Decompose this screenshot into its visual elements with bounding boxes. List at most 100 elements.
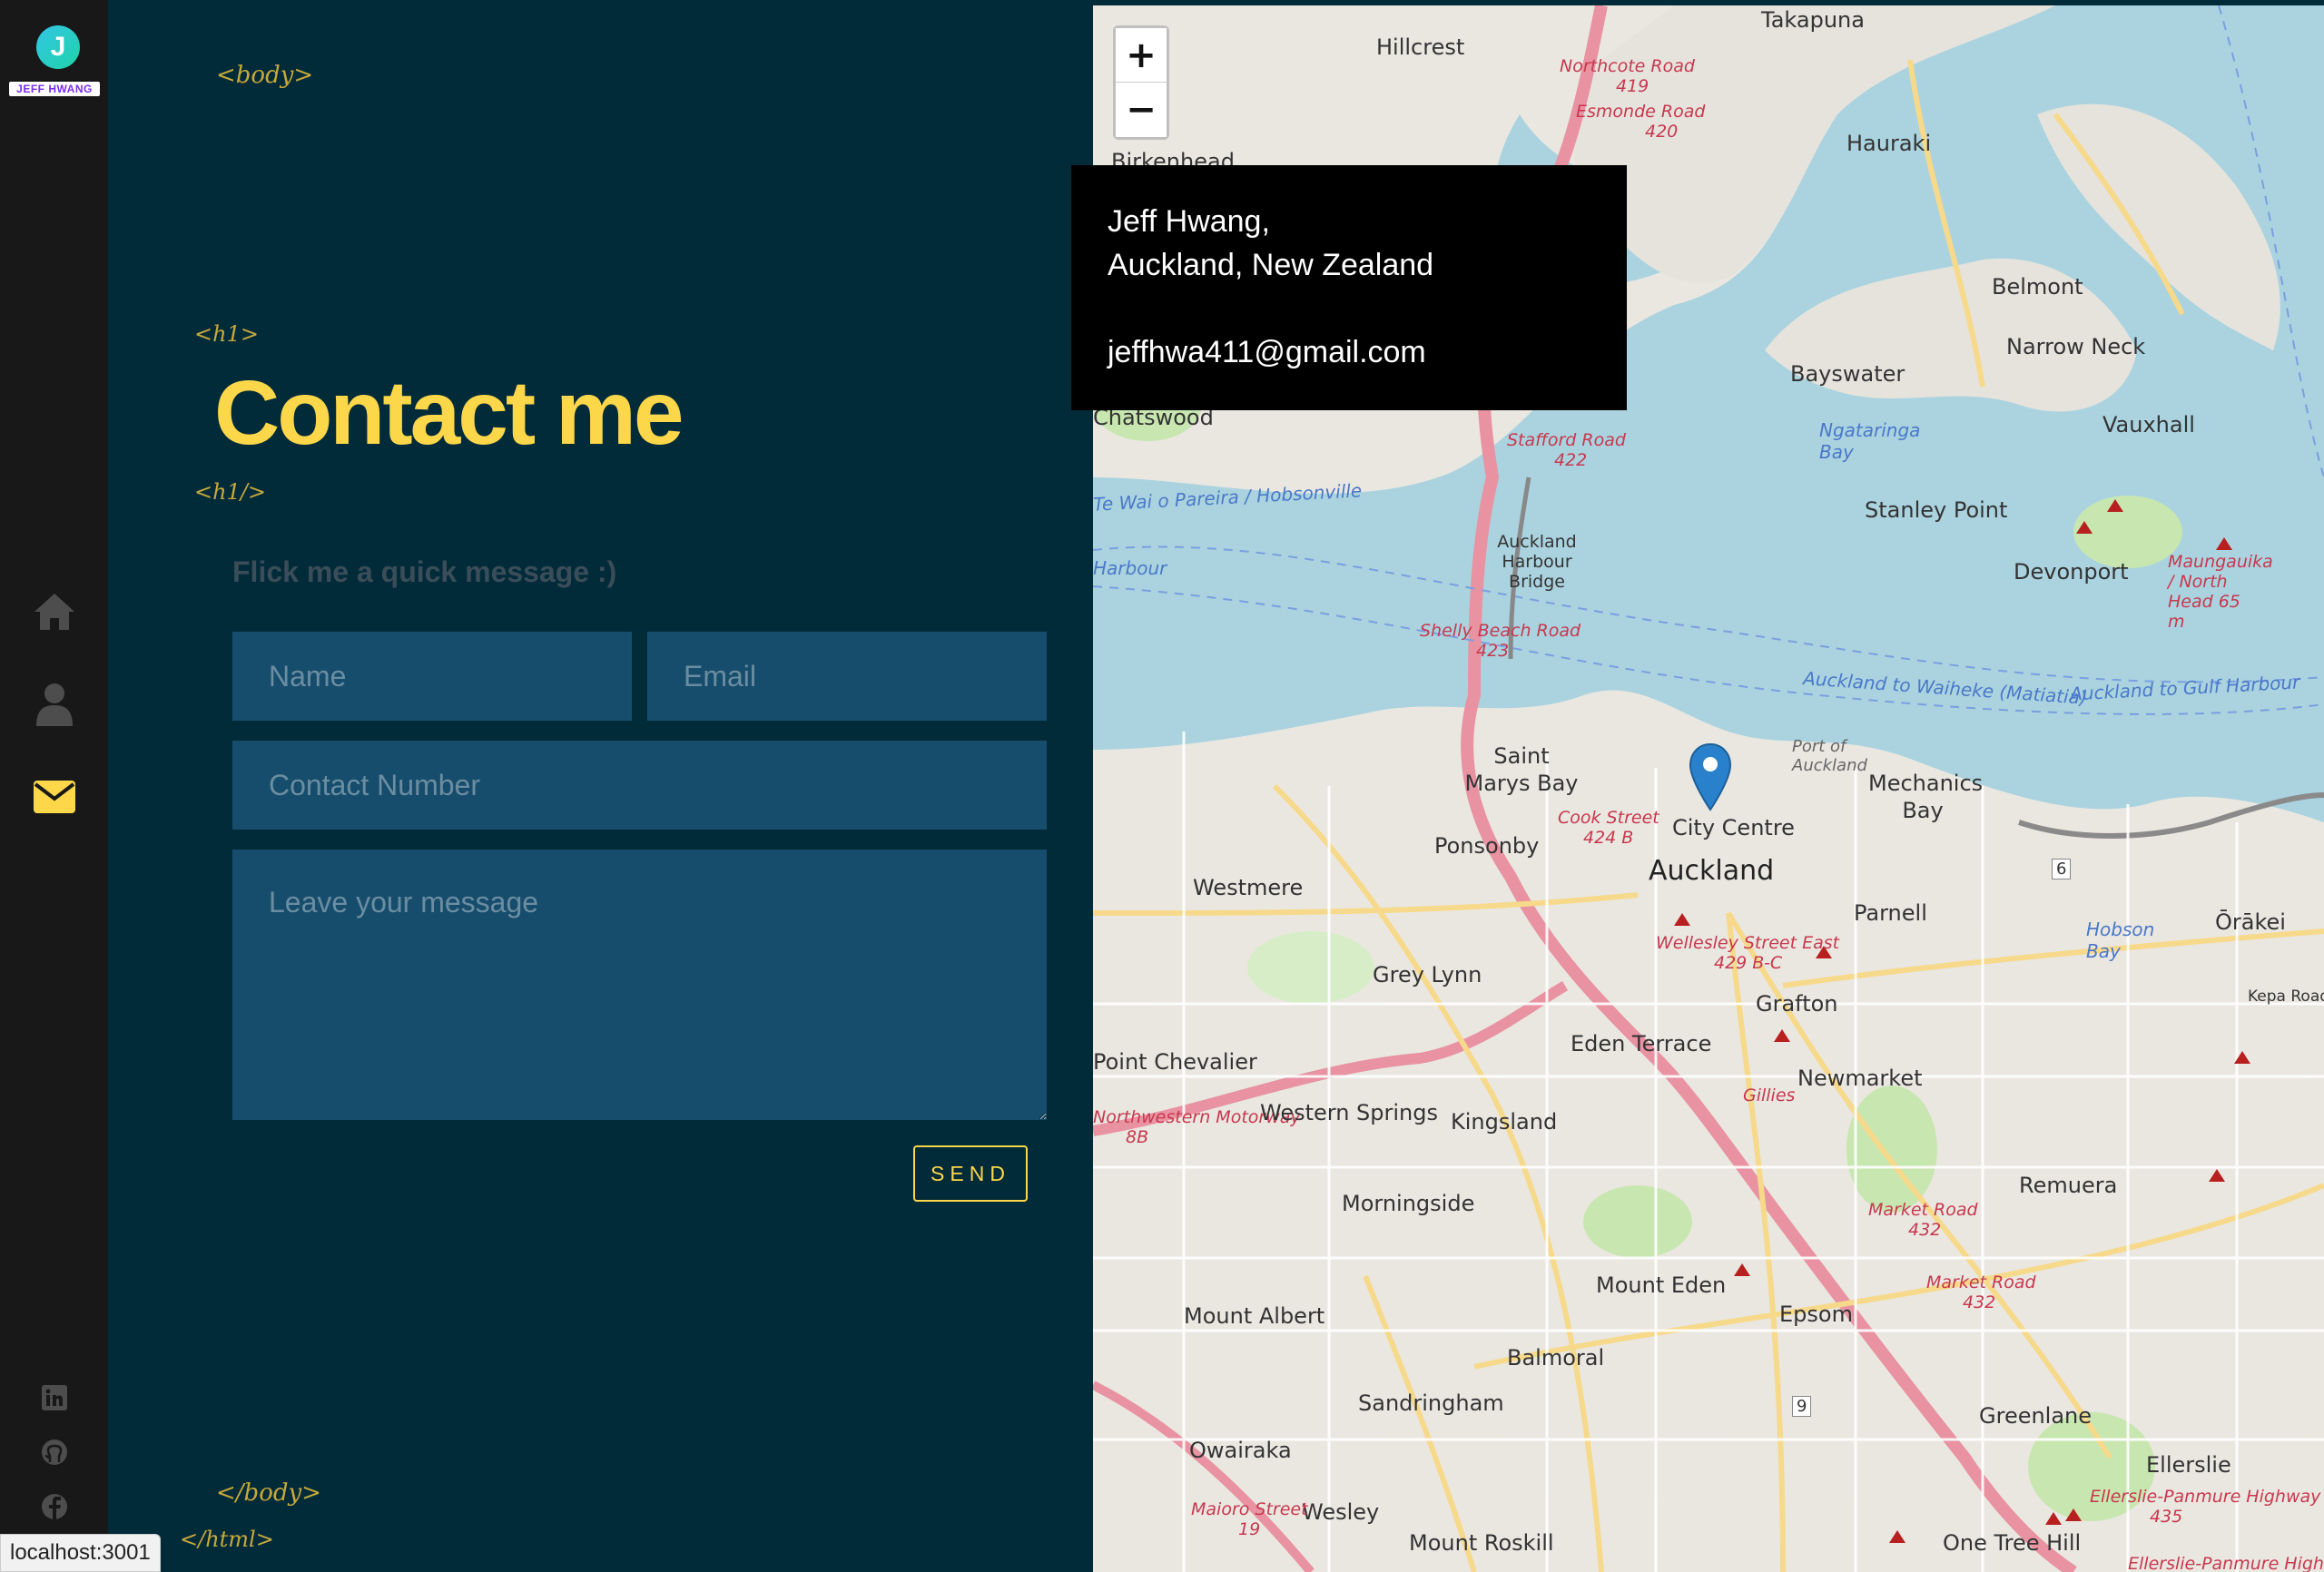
logo[interactable]: J JEFF HWANG — [7, 22, 102, 103]
route-shield: 6 — [2052, 859, 2072, 879]
map-label: Stanley Point — [1865, 497, 2008, 523]
zoom-out-button[interactable]: − — [1116, 83, 1167, 137]
contact-number-input[interactable] — [232, 741, 1047, 830]
html-close-tag: </html> — [180, 1527, 274, 1552]
map-label: Hillcrest — [1376, 34, 1465, 60]
status-url: localhost:3001 — [0, 1534, 161, 1572]
body-open-tag: <body> — [216, 62, 314, 89]
map-label: 8B — [1126, 1127, 1149, 1147]
location-marker-icon[interactable] — [1689, 742, 1732, 811]
map-label: 420 — [1645, 122, 1679, 142]
popup-email[interactable]: jeffhwa411@gmail.com — [1108, 330, 1590, 374]
map-label: Bayswater — [1790, 361, 1905, 387]
map-label: Parnell — [1854, 900, 1927, 926]
facebook-icon[interactable] — [38, 1490, 71, 1523]
page-title: Contact me — [214, 362, 684, 464]
h1-close-tag: <h1/> — [194, 479, 267, 505]
map-label: 19 — [1238, 1519, 1261, 1539]
name-input[interactable] — [232, 632, 632, 721]
map-label: Northcote Road — [1560, 56, 1695, 76]
map-label: Auckland Harbour Bridge — [1497, 532, 1577, 592]
map-label: Port of Auckland — [1792, 737, 1867, 775]
map-label: Vauxhall — [2102, 412, 2195, 437]
map-label: 422 — [1554, 450, 1588, 470]
map-label: Stafford Road — [1507, 430, 1626, 450]
map-label: Mount Roskill — [1409, 1530, 1554, 1556]
contact-info-popup: Jeff Hwang, Auckland, New Zealand jeffhw… — [1071, 165, 1627, 410]
send-button[interactable]: SEND — [913, 1145, 1028, 1202]
map-label: Morningside — [1342, 1191, 1475, 1216]
map-label: One Tree Hill — [1943, 1530, 2082, 1556]
map-label: 429 B-C — [1714, 953, 1783, 973]
map-label: Maungauika / North Head 65 m — [2168, 552, 2273, 632]
map-label: 419 — [1616, 76, 1649, 96]
map-label: Gillies — [1743, 1086, 1796, 1105]
map-label: Belmont — [1992, 274, 2083, 300]
map-label: Devonport — [2014, 559, 2129, 585]
map-label: Wellesley Street East — [1656, 933, 1840, 953]
map-label: Hauraki — [1846, 131, 1932, 156]
map-label: Ellerslie-Panmure Highway — [2090, 1487, 2321, 1507]
map-label: Mount Albert — [1184, 1303, 1325, 1329]
map-label: Market Road — [1926, 1272, 2036, 1292]
map-label: Auckland — [1649, 855, 1775, 887]
map-label: Westmere — [1193, 875, 1304, 900]
h1-open-tag: <h1> — [194, 321, 259, 347]
map-label: 432 — [1963, 1292, 1996, 1312]
user-icon[interactable] — [29, 679, 80, 730]
map-label: Esmonde Road — [1576, 102, 1706, 122]
github-icon[interactable] — [38, 1436, 71, 1469]
envelope-icon[interactable] — [29, 771, 80, 822]
map-label: Epsom — [1779, 1302, 1853, 1327]
map-label: Ōrākei — [2215, 909, 2286, 935]
map-label: Newmarket — [1797, 1066, 1923, 1091]
sidebar: J JEFF HWANG — [0, 0, 108, 1572]
map-label: Owairaka — [1189, 1438, 1292, 1463]
map-label: Sandringham — [1358, 1390, 1504, 1416]
map-label: Harbour — [1093, 557, 1167, 579]
map-label: Eden Terrace — [1571, 1031, 1712, 1056]
map-label: Ponsonby — [1434, 833, 1540, 859]
map-label: Greenlane — [1979, 1403, 2093, 1429]
map-label: 435 — [2150, 1507, 2183, 1527]
zoom-in-button[interactable]: + — [1116, 28, 1167, 83]
route-shield: 9 — [1792, 1396, 1812, 1417]
map-label: Ellerslie — [2146, 1452, 2231, 1478]
map-label: 423 — [1476, 641, 1510, 661]
map-label: Balmoral — [1507, 1345, 1605, 1371]
map-label: Western Springs — [1260, 1100, 1439, 1125]
email-input[interactable] — [647, 632, 1047, 721]
map-label: Wesley — [1302, 1499, 1380, 1525]
map-label: 424 B — [1583, 828, 1634, 848]
map-label: Takapuna — [1761, 7, 1865, 33]
map-label: Mechanics Bay — [1868, 771, 1984, 823]
map-label: Grafton — [1756, 991, 1838, 1017]
map-zoom-control: + − — [1113, 25, 1169, 140]
logo-badge: J — [36, 25, 80, 69]
popup-location: Auckland, New Zealand — [1108, 248, 1434, 282]
logo-text: JEFF HWANG — [9, 82, 100, 96]
map-label: Grey Lynn — [1373, 962, 1482, 987]
popup-name: Jeff Hwang, — [1108, 204, 1270, 239]
map-label: Narrow Neck — [2006, 334, 2146, 359]
map-label: Market Road — [1868, 1200, 1978, 1220]
map-label: 432 — [1908, 1220, 1942, 1240]
map-label: Ellerslie-Panmure Highway — [2128, 1554, 2324, 1572]
map-label: City Centre — [1672, 815, 1795, 840]
map-label: Point Chevalier — [1093, 1049, 1257, 1075]
linkedin-icon[interactable] — [38, 1381, 71, 1414]
map-label: Hobson Bay — [2086, 919, 2155, 962]
message-textarea[interactable] — [232, 850, 1047, 1120]
map-label: Mount Eden — [1596, 1272, 1727, 1298]
map-label: Remuera — [2019, 1173, 2118, 1198]
map-label: Cook Street — [1558, 808, 1659, 828]
map-label: Saint Marys Bay — [1464, 743, 1579, 796]
map-label: Kepa Road — [2248, 987, 2324, 1006]
map-label: Kingsland — [1451, 1109, 1558, 1135]
body-close-tag: </body> — [216, 1479, 321, 1507]
home-icon[interactable] — [29, 586, 80, 637]
map-label: Ngataringa Bay — [1819, 419, 1921, 463]
map-label: Shelly Beach Road — [1420, 621, 1581, 641]
form-subtitle: Flick me a quick message :) — [232, 555, 617, 588]
map-label: Maioro Street — [1191, 1499, 1308, 1519]
